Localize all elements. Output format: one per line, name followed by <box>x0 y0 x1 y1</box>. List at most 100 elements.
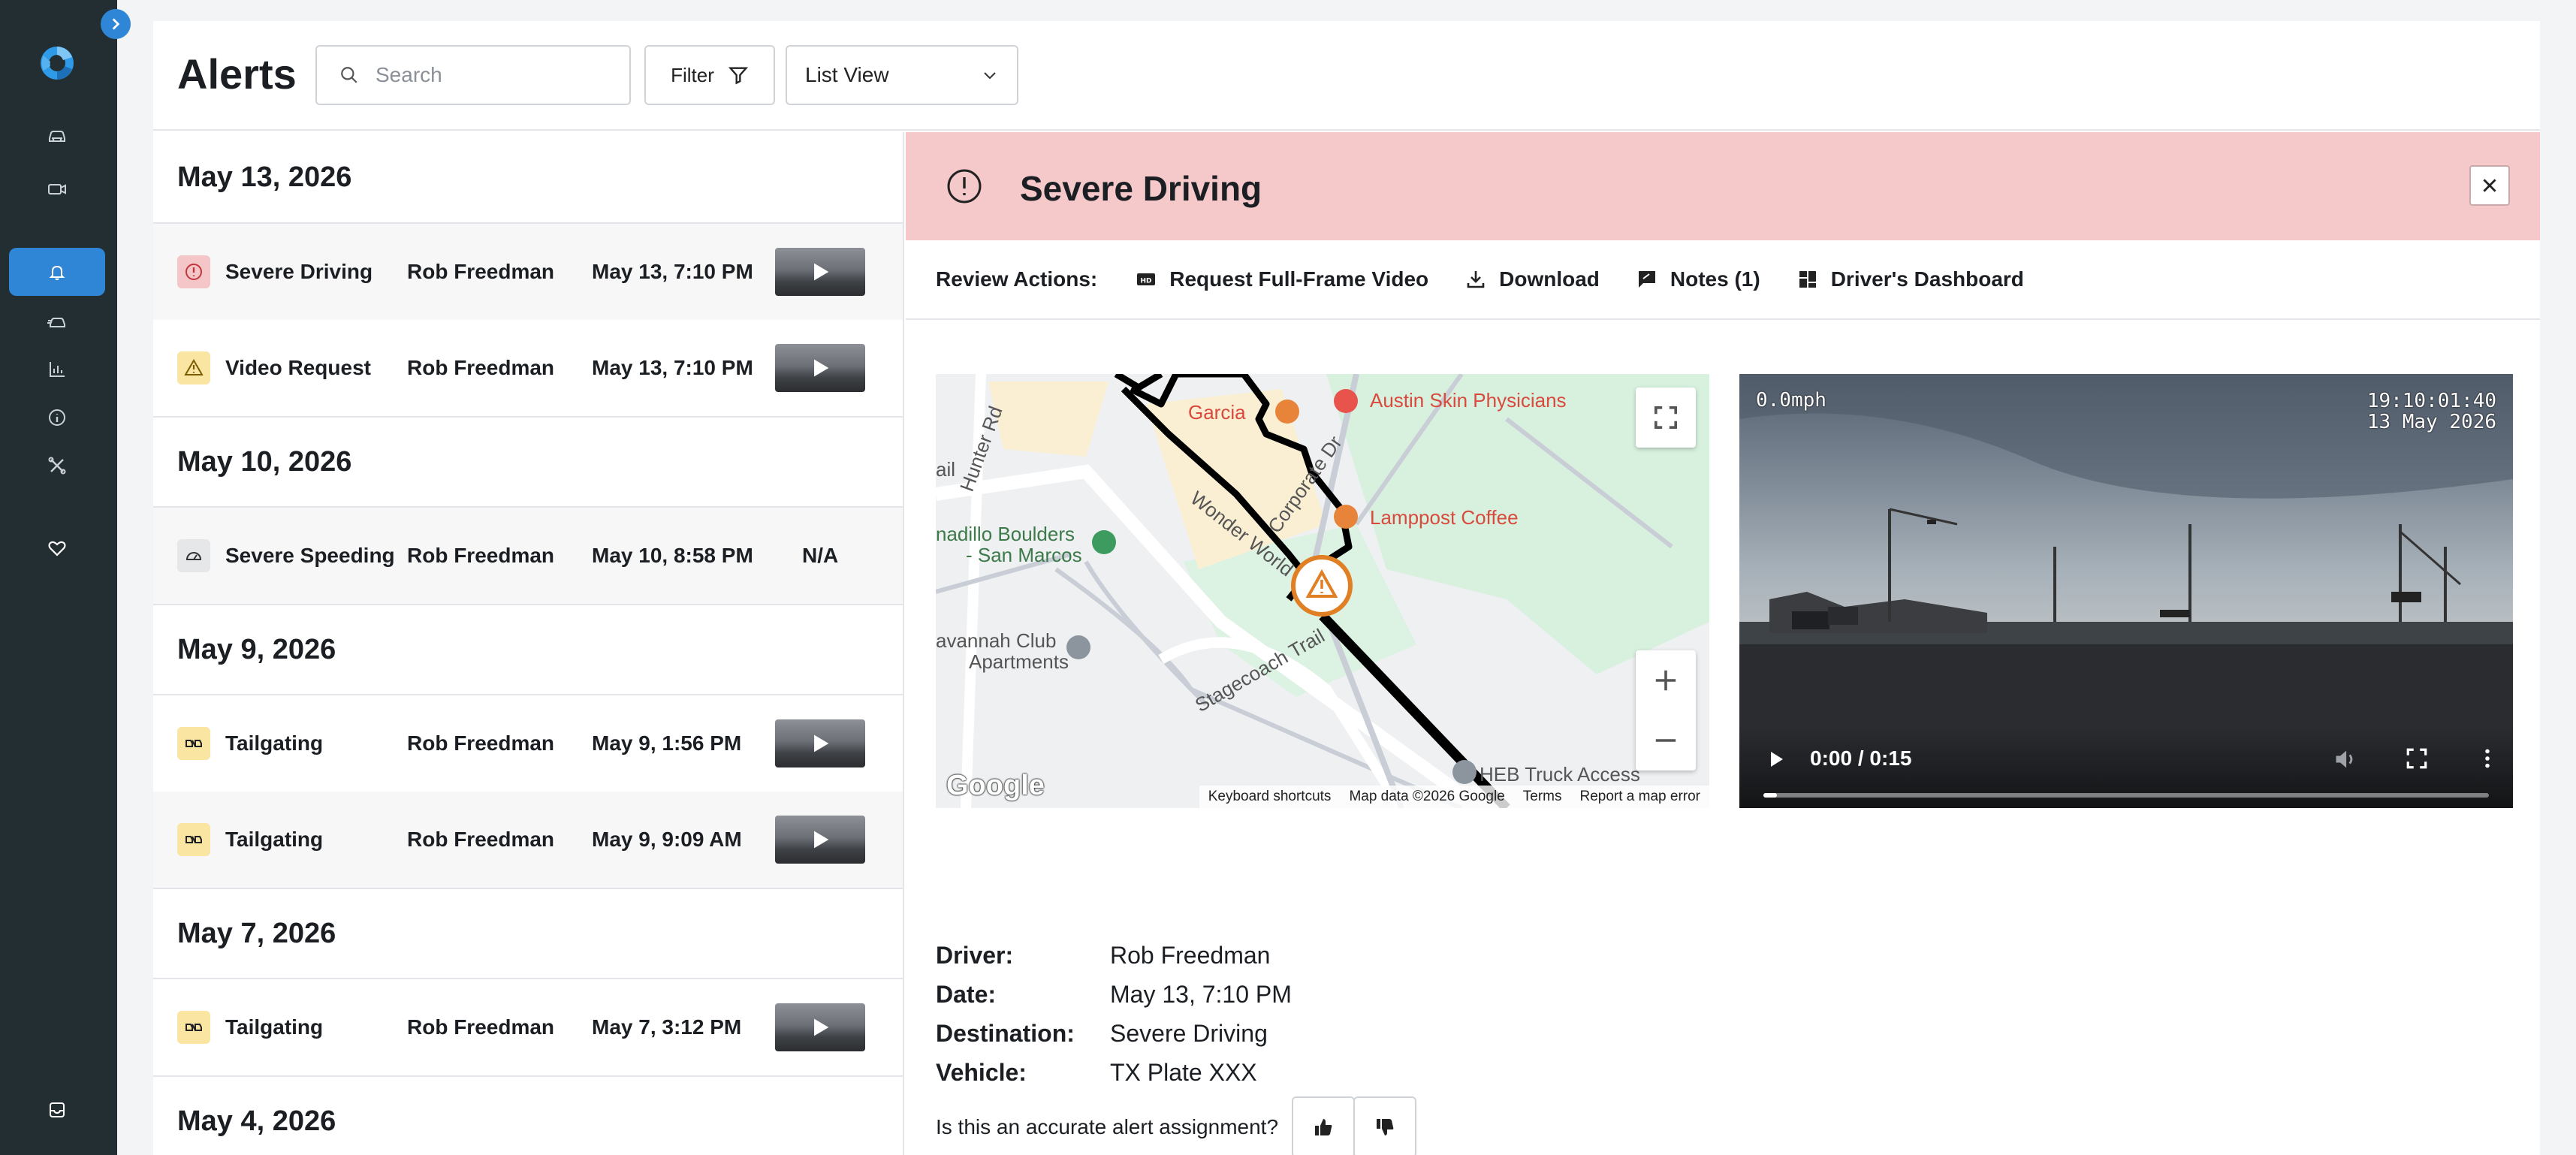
map-label: Apartments <box>969 650 1069 673</box>
volume-icon[interactable] <box>2333 746 2358 772</box>
map-label: - San Marcos <box>966 544 1082 566</box>
speed-car-icon <box>47 318 65 327</box>
close-button[interactable] <box>2469 165 2510 206</box>
video-progress-bar[interactable] <box>1763 793 2489 798</box>
video-progress-fill <box>1763 793 1777 798</box>
heart-icon <box>48 541 66 556</box>
rail-alerts[interactable] <box>9 248 105 296</box>
video-thumbnail[interactable] <box>775 248 865 296</box>
alert-row-severe-driving[interactable]: Severe Driving Rob Freedman May 13, 7:10… <box>153 224 903 320</box>
alert-driver: Rob Freedman <box>407 828 555 851</box>
alert-time: May 9, 9:09 AM <box>592 828 742 851</box>
google-logo: Google <box>946 770 1045 801</box>
view-select-value: List View <box>805 63 889 86</box>
map-fullscreen-button[interactable] <box>1636 388 1696 448</box>
alert-time: May 10, 8:58 PM <box>592 544 753 567</box>
date-header: May 10, 2026 <box>153 416 903 508</box>
rail-inbox[interactable] <box>9 1086 105 1134</box>
warning-icon <box>177 351 210 384</box>
side-rail <box>0 0 117 1155</box>
fullscreen-icon <box>1654 406 1677 429</box>
date-header: May 13, 2026 <box>153 132 903 224</box>
app-logo-icon[interactable] <box>38 44 77 83</box>
alert-driver: Rob Freedman <box>407 1015 555 1039</box>
info-key: Destination: <box>936 1020 1075 1047</box>
route-map[interactable]: Hunter Rd ail Garcia Austin Skin Physici… <box>936 374 1709 808</box>
thumbs-down-button[interactable] <box>1353 1096 1417 1155</box>
date-header: May 9, 2026 <box>153 604 903 695</box>
alert-type: Video Request <box>225 356 371 379</box>
video-thumbnail[interactable] <box>775 344 865 392</box>
video-thumbnail[interactable] <box>775 719 865 767</box>
rail-reports[interactable] <box>9 345 105 394</box>
download-icon <box>1467 271 1485 288</box>
alert-type: Tailgating <box>225 828 324 851</box>
alert-driver: Rob Freedman <box>407 260 555 283</box>
svg-text:HD: HD <box>1141 278 1152 285</box>
search-box[interactable] <box>315 45 631 105</box>
terms-link[interactable]: Terms <box>1523 789 1562 805</box>
rail-health[interactable] <box>9 524 105 572</box>
map-label: ail <box>936 458 956 481</box>
info-key: Vehicle: <box>936 1059 1027 1086</box>
date-header: May 4, 2026 <box>153 1075 903 1155</box>
play-icon <box>814 263 829 281</box>
rail-toggle-button[interactable] <box>101 9 131 39</box>
info-key: Date: <box>936 981 997 1008</box>
funnel-icon <box>728 67 748 85</box>
rail-info[interactable] <box>9 394 105 442</box>
download-button[interactable]: Download <box>1464 267 1600 291</box>
alert-type: Severe Speeding <box>225 544 395 567</box>
filter-button[interactable]: Filter <box>644 45 775 105</box>
alert-driver: Rob Freedman <box>407 731 555 755</box>
zoom-out-button[interactable] <box>1636 710 1696 771</box>
video-time-display: 0:00 / 0:15 <box>1810 746 1912 770</box>
alert-time: May 9, 1:56 PM <box>592 731 742 755</box>
alert-row-tailgating[interactable]: Tailgating Rob Freedman May 7, 3:12 PM <box>153 979 903 1075</box>
hd-video-icon: HD <box>1137 273 1156 285</box>
request-full-frame-video-button[interactable]: HD Request Full-Frame Video <box>1135 267 1428 291</box>
video-timestamp: 19:10:01:40 13 May 2026 <box>2367 391 2496 433</box>
play-icon[interactable] <box>1765 748 1787 771</box>
video-thumbnail[interactable] <box>775 1003 865 1051</box>
no-video-label: N/A <box>802 544 839 567</box>
map-label: HEB Truck Access <box>1480 763 1640 786</box>
plus-icon <box>1655 670 1676 691</box>
notes-label: Notes (1) <box>1670 267 1760 291</box>
review-actions-bar: Review Actions: HD Request Full-Frame Vi… <box>906 240 2540 320</box>
view-select[interactable]: List View <box>786 45 1018 105</box>
info-icon <box>49 409 65 426</box>
filter-label: Filter <box>671 63 714 86</box>
keyboard-shortcuts-link[interactable]: Keyboard shortcuts <box>1208 789 1332 805</box>
rail-videos[interactable] <box>9 165 105 213</box>
alert-row-video-request[interactable]: Video Request Rob Freedman May 13, 7:10 … <box>153 320 903 416</box>
request-video-label: Request Full-Frame Video <box>1169 267 1429 291</box>
play-icon <box>814 734 829 752</box>
bell-icon <box>49 265 65 280</box>
more-vertical-icon[interactable] <box>2475 746 2499 771</box>
minus-icon <box>1655 739 1676 742</box>
rail-vehicles[interactable] <box>9 111 105 159</box>
map-label: avannah Club <box>936 629 1057 652</box>
map-data-credit: Map data ©2026 Google <box>1349 789 1505 804</box>
drivers-dashboard-button[interactable]: Driver's Dashboard <box>1796 267 2024 291</box>
alert-row-tailgating[interactable]: Tailgating Rob Freedman May 9, 9:09 AM <box>153 792 903 888</box>
search-input[interactable] <box>376 63 601 87</box>
alert-row-tailgating[interactable]: Tailgating Rob Freedman May 9, 1:56 PM <box>153 695 903 792</box>
dashcam-video-player[interactable]: 0.0mph 19:10:01:40 13 May 2026 0:00 / 0:… <box>1739 374 2513 808</box>
alert-type: Tailgating <box>225 731 324 755</box>
report-map-error-link[interactable]: Report a map error <box>1579 789 1700 805</box>
alert-row-severe-speeding[interactable]: Severe Speeding Rob Freedman May 10, 8:5… <box>153 508 903 604</box>
fullscreen-icon[interactable] <box>2405 746 2429 771</box>
date-header: May 7, 2026 <box>153 888 903 979</box>
rail-tools[interactable] <box>9 442 105 490</box>
alert-circle-icon <box>947 169 982 204</box>
notes-button[interactable]: Notes (1) <box>1636 267 1760 291</box>
thumbs-up-button[interactable] <box>1292 1096 1356 1155</box>
detail-header: Severe Driving <box>906 132 2540 240</box>
info-key: Driver: <box>936 942 1014 969</box>
rail-speed[interactable] <box>9 297 105 345</box>
video-thumbnail[interactable] <box>775 816 865 864</box>
zoom-in-button[interactable] <box>1636 650 1696 710</box>
video-controls: 0:00 / 0:15 <box>1739 725 2513 808</box>
